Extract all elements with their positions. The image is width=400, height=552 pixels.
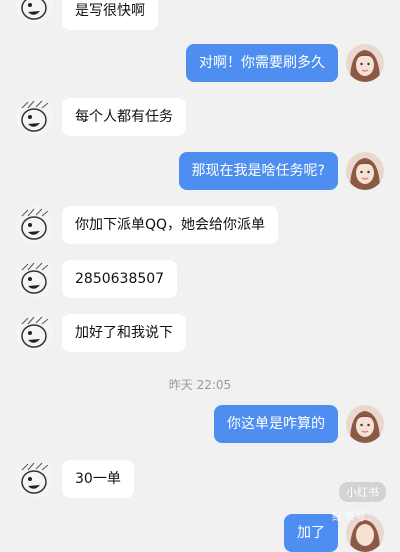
girl-photo-icon <box>346 405 384 443</box>
message-bubble-outgoing[interactable]: 那现在我是啥任务呢? <box>178 152 338 190</box>
self-avatar[interactable] <box>346 405 384 443</box>
message-bubble-incoming[interactable]: 是写很快啊 <box>62 0 158 30</box>
contact-avatar[interactable] <box>16 314 54 352</box>
cartoon-face-icon <box>16 206 54 244</box>
message-bubble-incoming[interactable]: 加好了和我说下 <box>62 314 186 352</box>
message-bubble-incoming[interactable]: 每个人都有任务 <box>62 98 186 136</box>
cartoon-face-icon <box>16 0 54 24</box>
watermark-id: 红书号：... <box>332 510 390 523</box>
contact-avatar[interactable] <box>16 260 54 298</box>
cartoon-face-icon <box>16 98 54 136</box>
message-bubble-incoming[interactable]: 30一单 <box>62 460 134 498</box>
cartoon-face-icon <box>16 314 54 352</box>
contact-avatar[interactable] <box>16 206 54 244</box>
cartoon-face-icon <box>16 460 54 498</box>
cartoon-face-icon <box>16 260 54 298</box>
contact-avatar[interactable] <box>16 460 54 498</box>
girl-photo-icon <box>346 152 384 190</box>
message-bubble-outgoing[interactable]: 加了 <box>284 514 338 552</box>
self-avatar[interactable] <box>346 152 384 190</box>
message-bubble-incoming[interactable]: 2850638507 <box>62 260 178 298</box>
message-bubble-outgoing[interactable]: 你这单是咋算的 <box>214 405 338 443</box>
contact-avatar[interactable] <box>16 98 54 136</box>
self-avatar[interactable] <box>346 44 384 82</box>
message-bubble-outgoing[interactable]: 对啊！你需要刷多久 <box>186 44 338 82</box>
girl-photo-icon <box>346 44 384 82</box>
watermark-logo: 小红书 <box>339 482 386 502</box>
message-timestamp: 昨天 22:05 <box>168 378 232 392</box>
contact-avatar[interactable] <box>16 0 54 24</box>
message-bubble-incoming[interactable]: 你加下派单QQ，她会给你派单 <box>62 206 279 244</box>
